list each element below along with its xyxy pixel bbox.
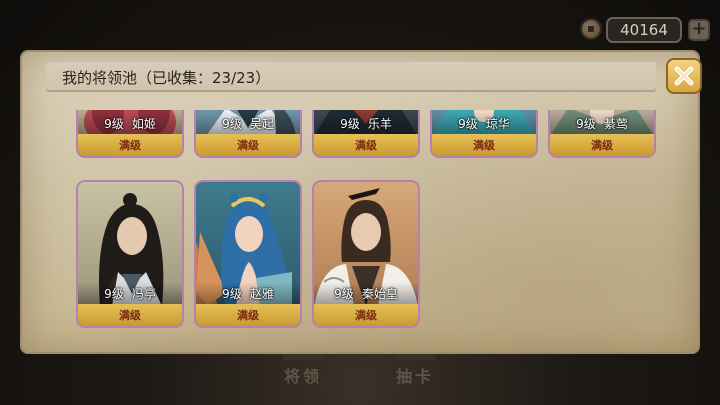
max-level-badge: 满级 [432,134,536,156]
general-level: 9级 [458,116,478,131]
max-level-badge: 满级 [314,134,418,156]
general-name: 赵雅 [249,286,274,301]
general-name-row: 9级 吴起 [196,112,300,134]
add-currency-button[interactable]: + [688,19,710,41]
general-name-row: 9级 綦莺 [550,112,654,134]
general-card[interactable]: 9级 乐羊 满级 [312,110,420,158]
general-level: 9级 [222,116,242,131]
general-name: 綦莺 [603,116,628,131]
general-name: 冯亭 [131,286,156,301]
general-card[interactable]: 9级 赵雅 满级 [194,180,302,328]
general-level: 9级 [340,116,360,131]
max-level-badge: 满级 [78,304,182,326]
general-level: 9级 [104,116,124,131]
draw-nav-label: 抽卡 [395,367,434,386]
general-name-row: 9级 秦始皇 [314,282,418,304]
general-name-row: 9级 如姬 [78,112,182,134]
general-name-row: 9级 乐羊 [314,112,418,134]
general-card[interactable]: 9级 冯亭 满级 [76,180,184,328]
general-name-row: 9级 赵雅 [196,282,300,304]
general-level: 9级 [576,116,596,131]
panel-title: 我的将领池（已收集：23/23） [62,68,271,87]
close-button[interactable] [666,58,702,94]
coin-icon [580,18,602,40]
general-name: 秦始皇 [361,286,398,301]
general-name: 吴起 [249,116,274,131]
general-name: 琼华 [485,116,510,131]
general-name-row: 9级 冯亭 [78,282,182,304]
generals-nav-label: 将领 [283,367,322,386]
max-level-badge: 满级 [314,304,418,326]
general-card[interactable]: 9级 吴起 满级 [194,110,302,158]
general-name: 乐羊 [367,116,392,131]
general-card[interactable]: 9级 琼华 满级 [430,110,538,158]
general-level: 9级 [334,286,354,301]
general-card[interactable]: 9级 如姬 满级 [76,110,184,158]
max-level-badge: 满级 [78,134,182,156]
general-level: 9级 [104,286,124,301]
currency-amount: 40164 [606,17,682,43]
max-level-badge: 满级 [550,134,654,156]
max-level-badge: 满级 [196,304,300,326]
general-name-row: 9级 琼华 [432,112,536,134]
general-level: 9级 [222,286,242,301]
panel-title-bar: 我的将领池（已收集：23/23） [46,62,656,92]
generals-grid[interactable]: 9级 如姬 满级 9级 吴起 满级 9级 乐羊 满级 9级 琼华 满级 9级 綦… [60,110,680,332]
general-card[interactable]: 9级 秦始皇 满级 [312,180,420,328]
close-icon [674,66,694,86]
general-name: 如姬 [131,116,156,131]
draw-nav-button[interactable]: 抽卡 [380,346,450,398]
generals-nav-button[interactable]: 将领 [268,346,338,398]
max-level-badge: 满级 [196,134,300,156]
general-card[interactable]: 9级 綦莺 满级 [548,110,656,158]
